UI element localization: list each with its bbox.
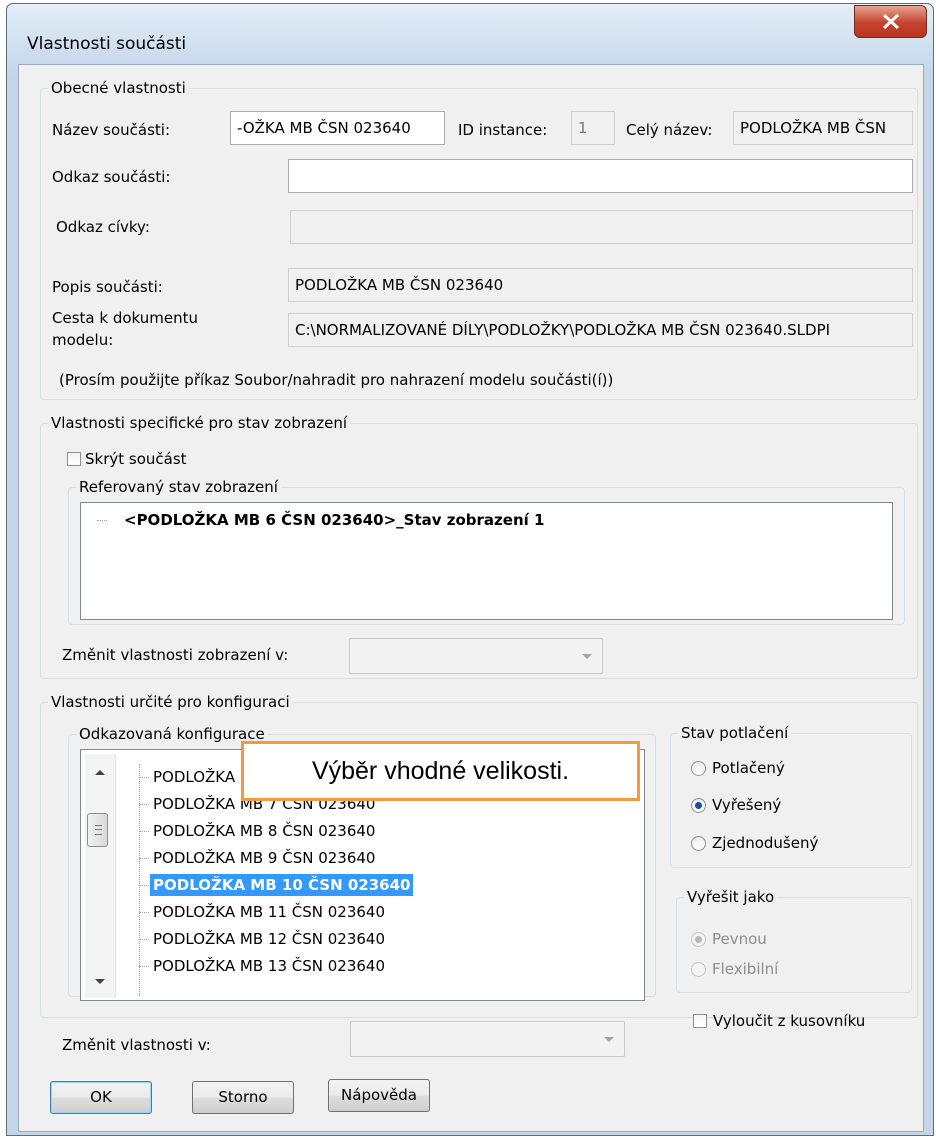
flexible-label: Flexibilní (712, 960, 779, 978)
instance-id-label: ID instance: (458, 121, 548, 139)
display-state-item[interactable]: <PODLOŽKA MB 6 ČSN 023640>_Stav zobrazen… (124, 509, 544, 531)
config-item[interactable]: PODLOŽKA MB 8 ČSN 023640 (153, 820, 375, 842)
scroll-up-icon[interactable] (95, 770, 105, 775)
annotation-callout: Výběr vhodné velikosti. (241, 741, 640, 801)
name-field[interactable]: -OŽKA MB ČSN 023640 (230, 111, 445, 145)
lightweight-radio[interactable] (691, 836, 706, 851)
full-name-field: PODLOŽKA MB ČSN (733, 111, 913, 145)
rigid-label: Pevnou (712, 930, 767, 948)
suppressed-radio[interactable] (691, 761, 706, 776)
config-item[interactable]: PODLOŽKA MB 13 ČSN 023640 (153, 955, 385, 977)
description-label: Popis součásti: (52, 278, 163, 296)
dialog-client-area: Obecné vlastnosti Název součásti: -OŽKA … (18, 64, 924, 1132)
referenced-configuration-label: Odkazovaná konfigurace (76, 725, 268, 743)
configuration-group-label: Vlastnosti určité pro konfiguraci (48, 693, 293, 711)
description-field: PODLOŽKA MB ČSN 023640 (288, 268, 913, 302)
exclude-from-bom-checkbox[interactable] (693, 1014, 707, 1028)
config-item[interactable]: PODLOŽKA MB 11 ČSN 023640 (153, 901, 385, 923)
coil-reference-label: Odkaz cívky: (56, 218, 150, 236)
close-button[interactable] (854, 5, 927, 38)
scroll-thumb[interactable] (87, 813, 108, 847)
change-display-combo[interactable] (349, 638, 603, 674)
change-config-label: Změnit vlastnosti v: (62, 1036, 211, 1054)
chevron-down-icon (604, 1037, 614, 1042)
lightweight-label[interactable]: Zjednodušený (712, 834, 818, 852)
rigid-radio (691, 932, 706, 947)
full-name-label: Celý název: (626, 121, 713, 139)
close-icon (882, 14, 900, 29)
config-item[interactable]: PODLOŽKA MB 12 ČSN 023640 (153, 928, 385, 950)
resolved-label[interactable]: Vyřešený (712, 796, 781, 814)
hide-component-label[interactable]: Skrýt součást (85, 450, 187, 468)
scroll-down-icon[interactable] (95, 979, 105, 984)
name-label: Název součásti: (52, 121, 171, 139)
hide-component-checkbox[interactable] (67, 452, 81, 466)
cancel-button[interactable]: Storno (192, 1081, 294, 1114)
chevron-down-icon (582, 654, 592, 659)
resolve-as-label: Vyřešit jako (684, 888, 778, 906)
ok-button[interactable]: OK (50, 1081, 152, 1114)
referenced-display-state-label: Referovaný stav zobrazení (76, 478, 281, 496)
suppression-state-label: Stav potlačení (678, 724, 792, 742)
component-reference-input[interactable] (288, 159, 913, 193)
component-reference-label: Odkaz součásti: (52, 168, 171, 186)
change-display-label: Změnit vlastnosti zobrazení v: (62, 646, 289, 664)
document-path-field: C:\NORMALIZOVANÉ DÍLY\PODLOŽKY\PODLOŽKA … (288, 313, 913, 347)
display-state-list[interactable]: <PODLOŽKA MB 6 ČSN 023640>_Stav zobrazen… (80, 502, 893, 620)
help-button[interactable]: Nápověda (328, 1079, 430, 1112)
general-properties-label: Obecné vlastnosti (48, 79, 189, 97)
configuration-scrollbar[interactable] (85, 754, 116, 998)
document-path-label-line1: Cesta k dokumentu (52, 309, 198, 327)
suppressed-label[interactable]: Potlačený (712, 759, 785, 777)
document-path-label-line2: modelu: (52, 331, 114, 349)
exclude-from-bom-label[interactable]: Vyloučit z kusovníku (713, 1012, 865, 1030)
coil-reference-field (290, 210, 913, 244)
flexible-radio (691, 962, 706, 977)
change-config-combo[interactable] (350, 1021, 625, 1057)
display-state-group-label: Vlastnosti specifické pro stav zobrazení (48, 414, 351, 432)
resolved-radio[interactable] (691, 798, 706, 813)
dialog-window: Vlastnosti součásti Obecné vlastnosti Ná… (6, 3, 934, 1136)
window-title: Vlastnosti součásti (27, 34, 187, 54)
config-item[interactable]: PODLOŽKA MB 9 ČSN 023640 (153, 847, 375, 869)
instance-id-field: 1 (571, 111, 615, 145)
config-item-selected[interactable]: PODLOŽKA MB 10 ČSN 023640 (150, 874, 414, 896)
replace-model-note: (Prosím použijte příkaz Soubor/nahradit … (59, 371, 614, 389)
